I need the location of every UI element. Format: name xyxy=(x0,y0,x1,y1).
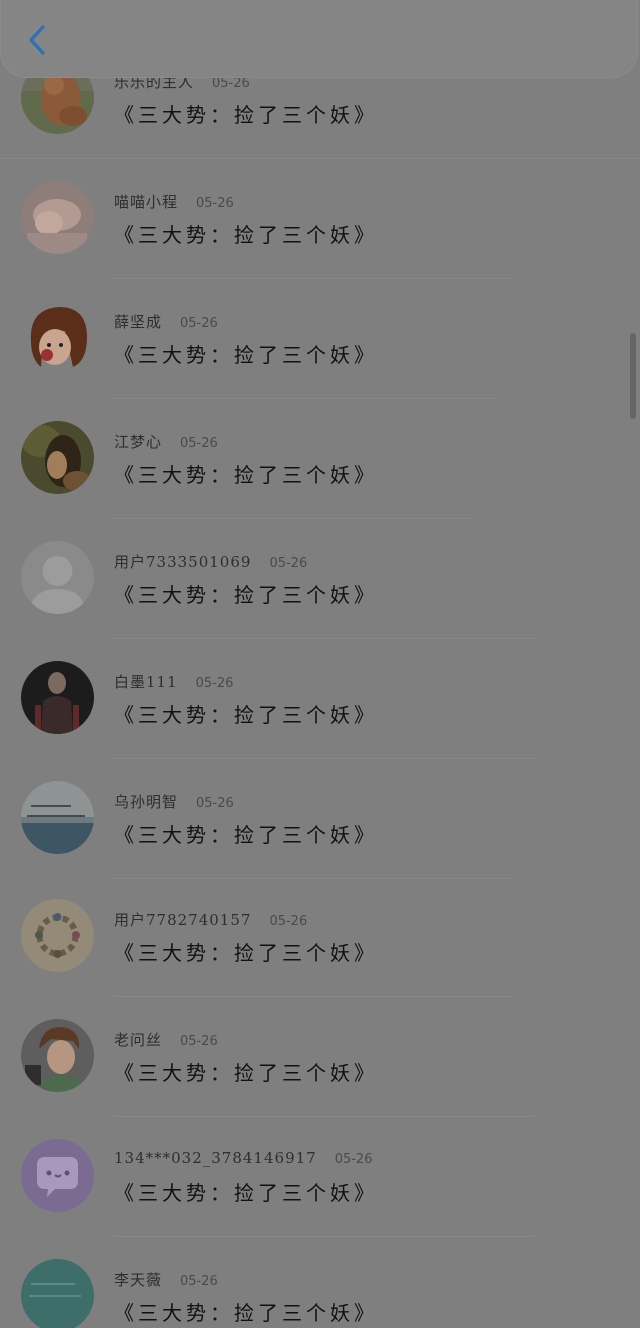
list-item[interactable]: 白墨111 05-26 《三大势：捡了三个妖》 xyxy=(0,640,640,760)
list-item[interactable]: 江梦心 05-26 《三大势：捡了三个妖》 xyxy=(0,400,640,520)
chevron-left-icon xyxy=(27,24,47,56)
username[interactable]: 江梦心 xyxy=(114,431,162,452)
top-bar xyxy=(0,0,638,78)
comment-text: 《三大势：捡了三个妖》 xyxy=(114,703,378,727)
girl-photo-avatar[interactable] xyxy=(21,181,94,254)
cartoon-girl-avatar[interactable] xyxy=(21,301,94,374)
list-item[interactable]: 老问丝 05-26 《三大势：捡了三个妖》 xyxy=(0,998,640,1118)
list-item[interactable]: 李天薇 05-26 《三大势：捡了三个妖》 xyxy=(0,1238,640,1328)
divider xyxy=(114,996,514,997)
username[interactable]: 134***032_3784146917 xyxy=(114,1149,317,1167)
comment-text: 《三大势：捡了三个妖》 xyxy=(114,463,378,487)
list-item[interactable]: 乌孙明智 05-26 《三大势：捡了三个妖》 xyxy=(0,760,640,880)
comment-list-screen: 乐乐的主人 05-26 《三大势：捡了三个妖》 喵喵小程 05-26 《三大势：… xyxy=(0,0,640,1328)
comment-date: 05-26 xyxy=(196,796,234,811)
comment-text: 《三大势：捡了三个妖》 xyxy=(114,103,378,127)
divider xyxy=(114,638,534,639)
comment-text: 《三大势：捡了三个妖》 xyxy=(114,1061,378,1085)
list-item[interactable]: 薛坚成 05-26 《三大势：捡了三个妖》 xyxy=(0,280,640,400)
woman-photo-avatar[interactable] xyxy=(21,421,94,494)
username[interactable]: 用户7333501069 xyxy=(114,551,251,572)
comment-date: 05-26 xyxy=(180,1274,218,1289)
boy-photo-avatar[interactable] xyxy=(21,1019,94,1092)
comment-date: 05-26 xyxy=(212,76,250,91)
sea-text-avatar[interactable] xyxy=(21,781,94,854)
list-item[interactable]: 喵喵小程 05-26 《三大势：捡了三个妖》 xyxy=(0,160,640,280)
list-item[interactable]: 134***032_3784146917 05-26 《三大势：捡了三个妖》 xyxy=(0,1118,640,1238)
comment-text: 《三大势：捡了三个妖》 xyxy=(114,823,378,847)
scrollbar-thumb[interactable] xyxy=(630,333,636,419)
comment-date: 05-26 xyxy=(334,1152,373,1167)
divider xyxy=(0,158,640,159)
comment-date: 05-26 xyxy=(269,556,308,571)
teal-text-avatar[interactable] xyxy=(21,1259,94,1328)
divider xyxy=(114,398,494,399)
username[interactable]: 乌孙明智 xyxy=(114,791,178,812)
list-item[interactable]: 用户7782740157 05-26 《三大势：捡了三个妖》 xyxy=(0,880,640,1000)
divider xyxy=(114,278,514,279)
divider xyxy=(114,1116,534,1117)
comment-date: 05-26 xyxy=(269,914,308,929)
divider xyxy=(114,878,514,879)
username[interactable]: 白墨111 xyxy=(114,671,178,692)
comment-date: 05-26 xyxy=(195,676,234,691)
comment-date: 05-26 xyxy=(180,1034,218,1049)
back-button[interactable] xyxy=(15,18,59,62)
username[interactable]: 李天薇 xyxy=(114,1269,162,1290)
comment-text: 《三大势：捡了三个妖》 xyxy=(114,223,378,247)
comment-text: 《三大势：捡了三个妖》 xyxy=(114,941,378,965)
comment-text: 《三大势：捡了三个妖》 xyxy=(114,343,378,367)
comment-date: 05-26 xyxy=(180,436,218,451)
comment-text: 《三大势：捡了三个妖》 xyxy=(114,1181,378,1205)
chat-bubble-avatar[interactable] xyxy=(21,1139,94,1212)
username[interactable]: 薛坚成 xyxy=(114,311,162,332)
divider xyxy=(114,1236,534,1237)
username[interactable]: 老问丝 xyxy=(114,1029,162,1050)
divider xyxy=(114,518,474,519)
flower-wreath-avatar[interactable] xyxy=(21,899,94,972)
default-user-avatar[interactable] xyxy=(21,541,94,614)
list-item[interactable]: 用户7333501069 05-26 《三大势：捡了三个妖》 xyxy=(0,520,640,640)
comment-date: 05-26 xyxy=(196,196,234,211)
man-dark-photo-avatar[interactable] xyxy=(21,661,94,734)
comment-date: 05-26 xyxy=(180,316,218,331)
comment-text: 《三大势：捡了三个妖》 xyxy=(114,583,378,607)
comment-text: 《三大势：捡了三个妖》 xyxy=(114,1301,378,1325)
divider xyxy=(114,758,534,759)
username[interactable]: 喵喵小程 xyxy=(114,191,178,212)
username[interactable]: 用户7782740157 xyxy=(114,909,251,930)
